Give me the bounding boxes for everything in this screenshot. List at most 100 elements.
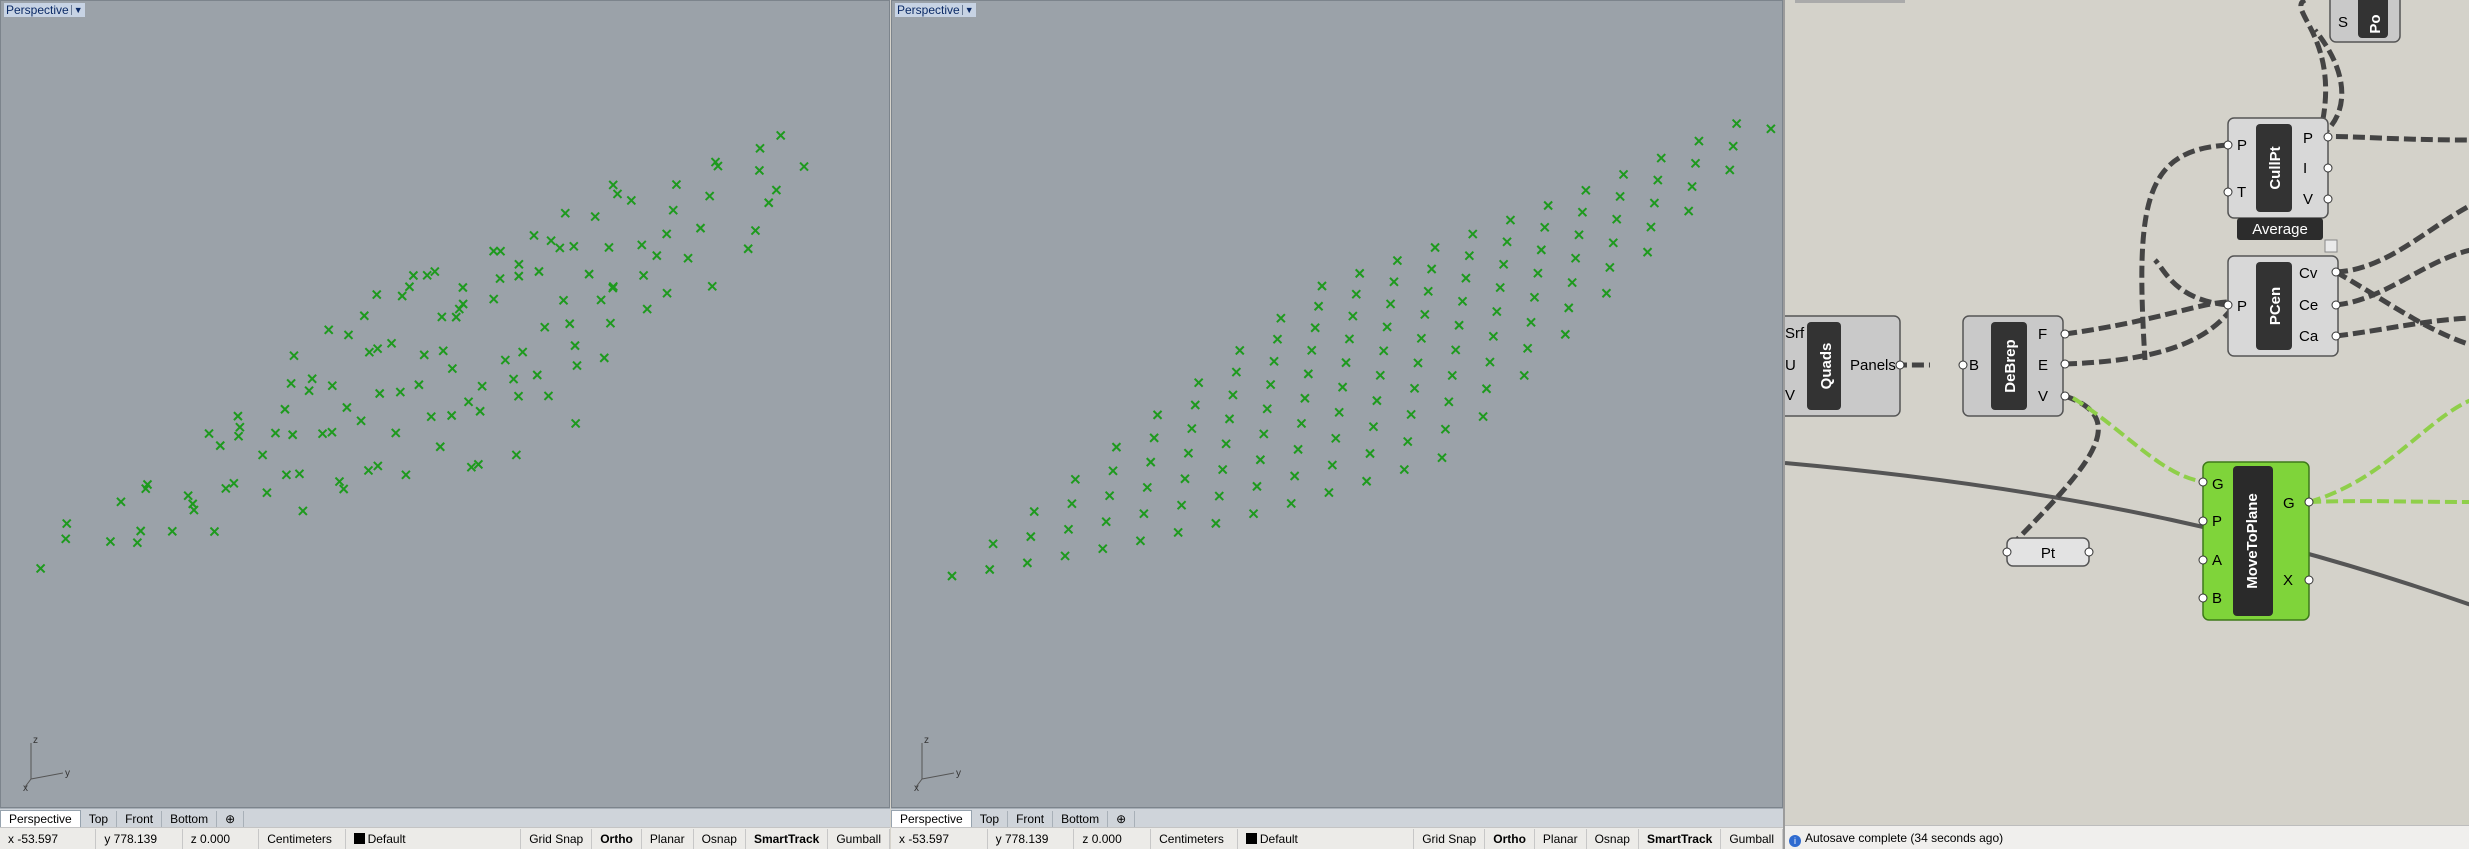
- point-marker: [584, 269, 594, 279]
- units[interactable]: Centimeters: [259, 829, 346, 849]
- point-marker: [298, 506, 308, 516]
- point-marker: [356, 416, 366, 426]
- units[interactable]: Centimeters: [1151, 829, 1238, 849]
- point-marker: [608, 180, 618, 190]
- point-marker: [458, 282, 468, 293]
- point-marker: [1248, 508, 1259, 519]
- cullpt-component[interactable]: CullPt P T P I V: [2223, 117, 2333, 219]
- point-marker: [1211, 518, 1221, 529]
- point-marker: [422, 270, 432, 281]
- grid-snap-button[interactable]: Grid Snap: [1414, 829, 1486, 849]
- point-marker: [558, 295, 569, 306]
- tab-perspective[interactable]: Perspective: [0, 810, 81, 827]
- debrep-output-v: V: [2038, 388, 2048, 405]
- point-marker: [743, 244, 753, 254]
- pt-param[interactable]: Pt: [2002, 537, 2094, 567]
- tab-bottom[interactable]: Bottom: [162, 810, 218, 827]
- point-marker: [391, 428, 401, 438]
- viewport-tabs: Perspective Top Front Bottom ⊕: [0, 808, 890, 828]
- top-partial-component[interactable]: S Po: [2329, 0, 2401, 43]
- viewport-left[interactable]: Perspective ▼ z y x: [0, 0, 890, 808]
- movetoplane-component[interactable]: MoveToPlane G P A B G X: [2198, 461, 2314, 621]
- point-marker: [1022, 558, 1033, 568]
- point-marker: [489, 294, 499, 304]
- point-marker: [1255, 455, 1266, 465]
- resize-handle[interactable]: [2324, 239, 2338, 253]
- tab-perspective[interactable]: Perspective: [891, 810, 972, 827]
- ortho-button[interactable]: Ortho: [1485, 829, 1535, 849]
- layer-color-swatch: [1245, 833, 1257, 844]
- ortho-button[interactable]: Ortho: [592, 829, 642, 849]
- point-marker: [599, 353, 609, 363]
- point-marker: [1464, 250, 1475, 261]
- point-marker: [1731, 118, 1742, 129]
- point-marker: [294, 469, 305, 479]
- point-marker: [1690, 158, 1701, 169]
- point-marker: [1217, 464, 1228, 475]
- point-marker: [1180, 474, 1190, 484]
- gumball-button[interactable]: Gumball: [828, 829, 890, 849]
- point-marker: [1348, 311, 1358, 321]
- pcen-component[interactable]: PCen P Cv Ce Ca: [2223, 255, 2341, 357]
- tab-top[interactable]: Top: [81, 810, 118, 827]
- quads-output-panels: Panels: [1850, 357, 1896, 374]
- movetoplane-title: MoveToPlane: [2244, 493, 2261, 589]
- point-marker: [1683, 206, 1694, 216]
- point-marker: [707, 281, 717, 292]
- tab-front[interactable]: Front: [117, 810, 163, 827]
- tab-bottom[interactable]: Bottom: [1053, 810, 1109, 827]
- gumball-button[interactable]: Gumball: [1721, 829, 1783, 849]
- osnap-button[interactable]: Osnap: [694, 829, 746, 849]
- point-marker: [1187, 423, 1197, 434]
- layer[interactable]: Default: [346, 829, 522, 849]
- grasshopper-canvas[interactable]: Quads Srf U V Panels DeBrep B F E V Cull…: [1783, 0, 2469, 849]
- point-marker: [638, 270, 649, 281]
- grid-snap-button[interactable]: Grid Snap: [521, 829, 593, 849]
- point-marker: [1454, 320, 1464, 330]
- point-marker: [1307, 345, 1317, 356]
- point-marker: [1502, 237, 1512, 247]
- point-marker: [1656, 153, 1666, 163]
- point-marker: [775, 130, 786, 141]
- planar-button[interactable]: Planar: [1535, 829, 1587, 849]
- layer[interactable]: Default: [1238, 829, 1415, 849]
- add-viewport-icon[interactable]: ⊕: [1108, 810, 1136, 827]
- point-marker: [604, 242, 614, 253]
- axis-x-label: x: [23, 783, 28, 791]
- osnap-button[interactable]: Osnap: [1587, 829, 1639, 849]
- point-marker: [359, 311, 370, 321]
- average-tooltip: Average: [2237, 218, 2323, 240]
- point-marker: [1334, 407, 1344, 418]
- point-marker: [1536, 245, 1547, 255]
- add-viewport-icon[interactable]: ⊕: [217, 810, 245, 827]
- tab-top[interactable]: Top: [972, 810, 1009, 827]
- point-marker: [334, 476, 345, 487]
- point-marker: [1286, 498, 1296, 509]
- quads-component[interactable]: Quads Srf U V Panels: [1785, 315, 1905, 417]
- point-marker: [570, 418, 581, 429]
- point-marker: [1540, 222, 1550, 233]
- point-marker: [1694, 136, 1704, 146]
- point-marker: [495, 273, 505, 284]
- smarttrack-button[interactable]: SmartTrack: [1639, 829, 1722, 849]
- smarttrack-button[interactable]: SmartTrack: [746, 829, 829, 849]
- point-marker: [1337, 382, 1348, 392]
- point-marker: [1649, 198, 1660, 208]
- point-marker: [430, 266, 440, 277]
- point-marker: [1406, 409, 1416, 420]
- point-marker: [1505, 215, 1516, 225]
- point-marker: [262, 487, 272, 498]
- point-marker: [386, 338, 397, 349]
- planar-button[interactable]: Planar: [642, 829, 694, 849]
- debrep-component[interactable]: DeBrep B F E V: [1958, 315, 2070, 417]
- viewport-pane-right: Perspective ▼ z y x Perspective Top Fron…: [891, 0, 1783, 849]
- point-marker: [1214, 491, 1224, 501]
- viewport-right[interactable]: Perspective ▼ z y x: [891, 0, 1783, 808]
- point-marker: [1235, 345, 1245, 356]
- point-marker: [1581, 185, 1591, 196]
- point-marker: [372, 289, 382, 300]
- point-marker: [1327, 460, 1338, 470]
- tab-front[interactable]: Front: [1008, 810, 1054, 827]
- point-marker: [1382, 322, 1392, 332]
- point-marker: [1389, 277, 1399, 287]
